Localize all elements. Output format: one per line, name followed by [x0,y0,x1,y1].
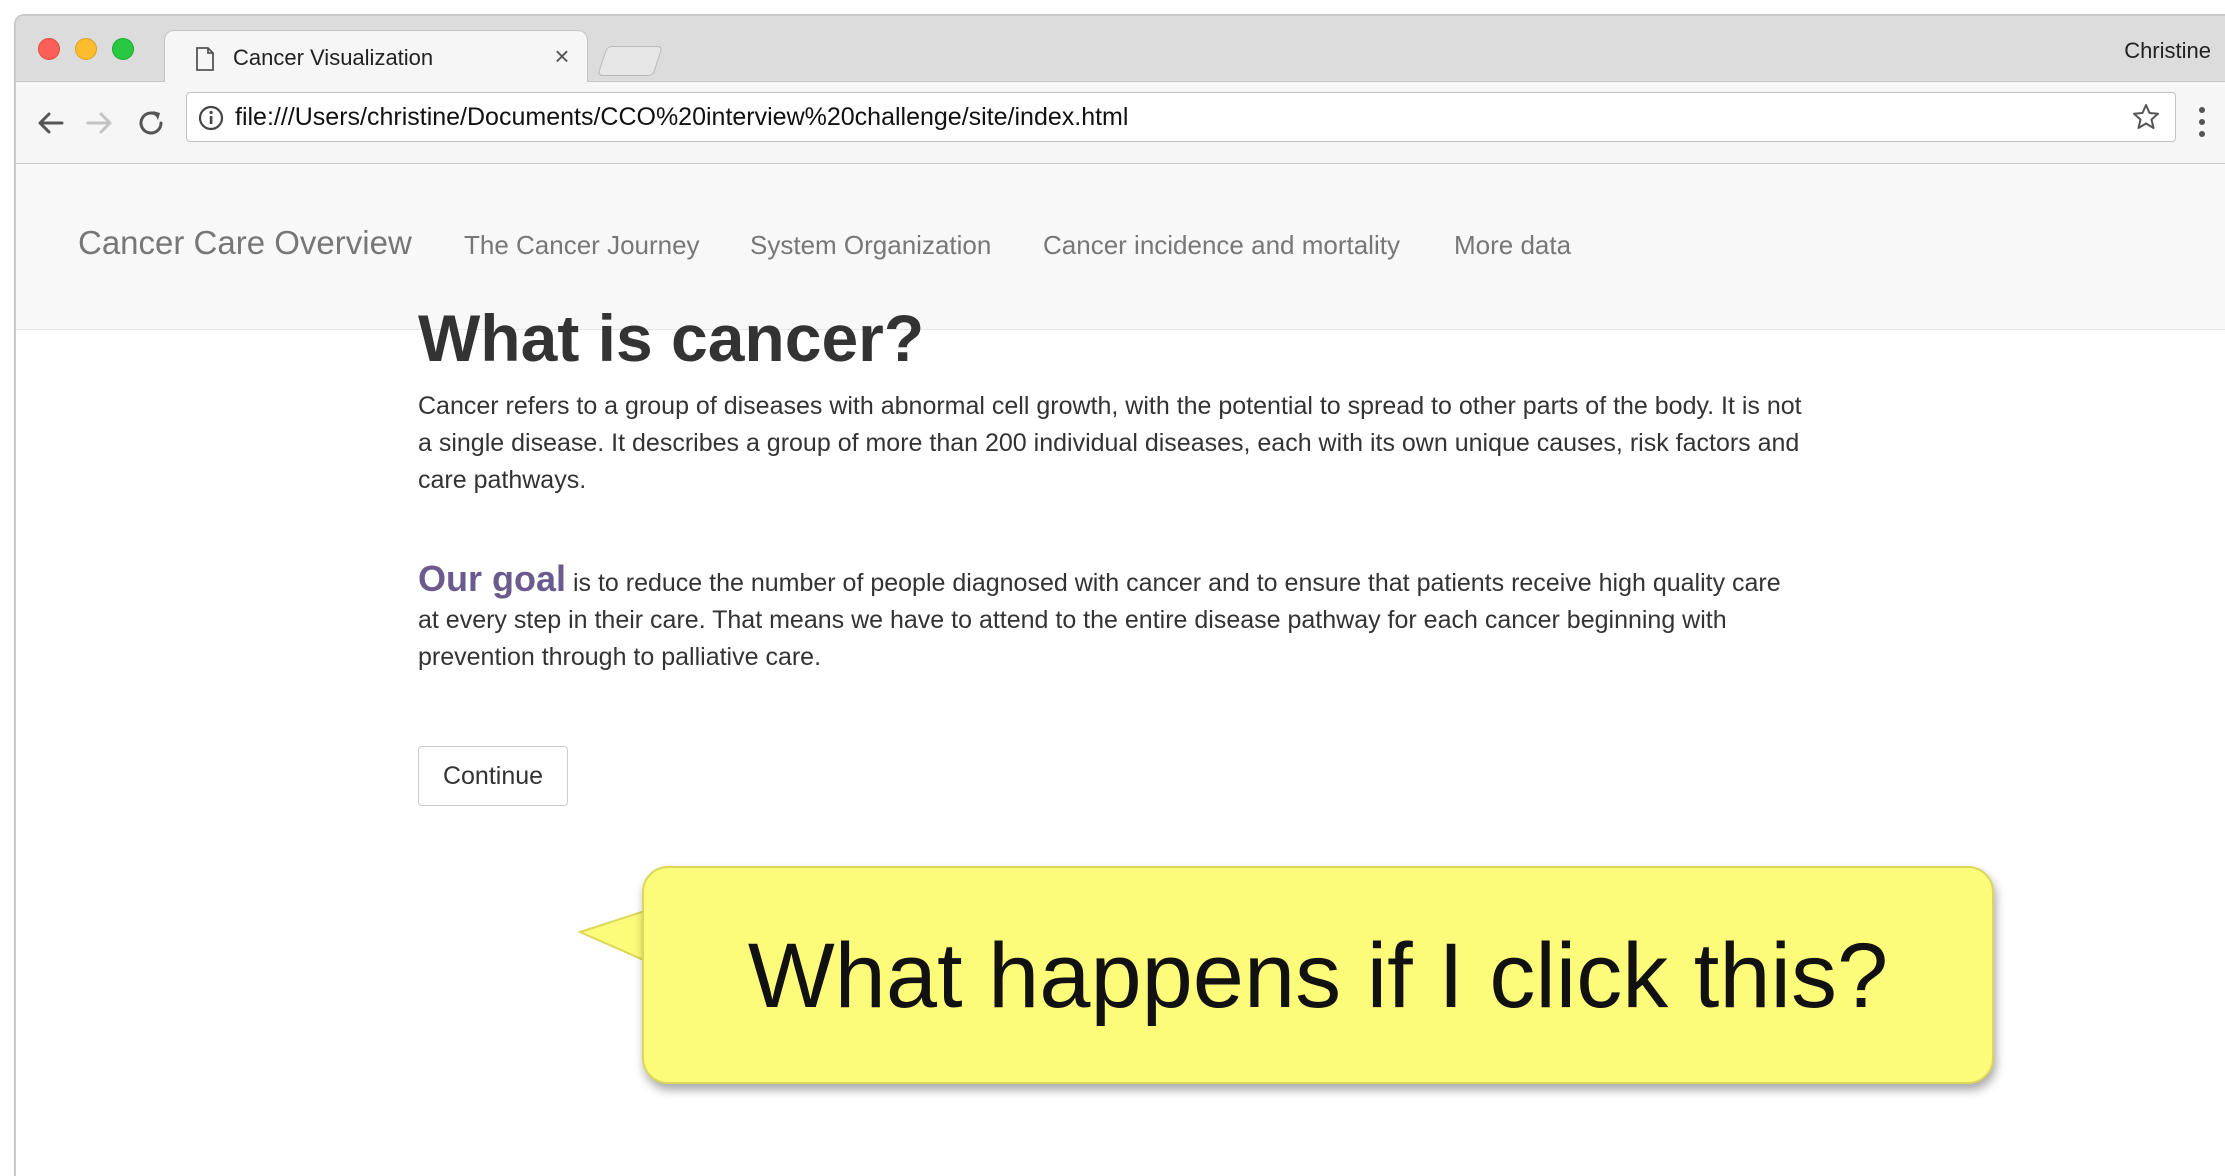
star-icon[interactable] [2131,102,2161,132]
annotation-callout: What happens if I click this? [642,866,1994,1084]
profile-name[interactable]: Christine [2124,38,2211,64]
close-window-button[interactable] [38,38,60,60]
minimize-window-button[interactable] [75,38,97,60]
info-icon[interactable] [197,104,225,132]
title-bar: Cancer Visualization × Christine [16,16,2225,83]
nav-link-more-data[interactable]: More data [1454,230,1571,261]
nav-link-system-organization[interactable]: System Organization [750,230,991,261]
back-arrow-icon[interactable] [34,106,68,140]
browser-tab[interactable]: Cancer Visualization × [164,30,588,83]
new-tab-button[interactable] [597,46,663,76]
page-title: What is cancer? [418,301,925,375]
page-icon [196,47,214,71]
nav-link-cancer-journey[interactable]: The Cancer Journey [464,230,700,261]
browser-toolbar: file:///Users/christine/Documents/CCO%20… [16,82,2225,164]
more-vert-icon[interactable] [2197,104,2207,140]
tab-title: Cancer Visualization [233,45,434,70]
site-navbar: Cancer Care Overview The Cancer Journey … [16,164,2225,330]
callout-text: What happens if I click this? [747,925,1889,1027]
reload-icon[interactable] [134,106,168,140]
goal-paragraph: Our goal is to reduce the number of peop… [418,560,1808,676]
forward-arrow-icon[interactable] [82,106,116,140]
address-bar[interactable]: file:///Users/christine/Documents/CCO%20… [186,92,2176,142]
goal-label: Our goal [418,558,567,599]
zoom-window-button[interactable] [112,38,134,60]
nav-link-incidence-mortality[interactable]: Cancer incidence and mortality [1043,230,1400,261]
intro-paragraph: Cancer refers to a group of diseases wit… [418,392,1802,494]
brand-link[interactable]: Cancer Care Overview [78,224,412,262]
screenshot: Cancer Visualization × Christine file://… [0,0,2225,1176]
continue-button[interactable]: Continue [418,746,568,806]
callout-pointer [578,908,648,964]
url-text[interactable]: file:///Users/christine/Documents/CCO%20… [235,103,1128,132]
close-icon[interactable]: × [547,41,577,71]
goal-text: is to reduce the number of people diagno… [418,569,1781,671]
